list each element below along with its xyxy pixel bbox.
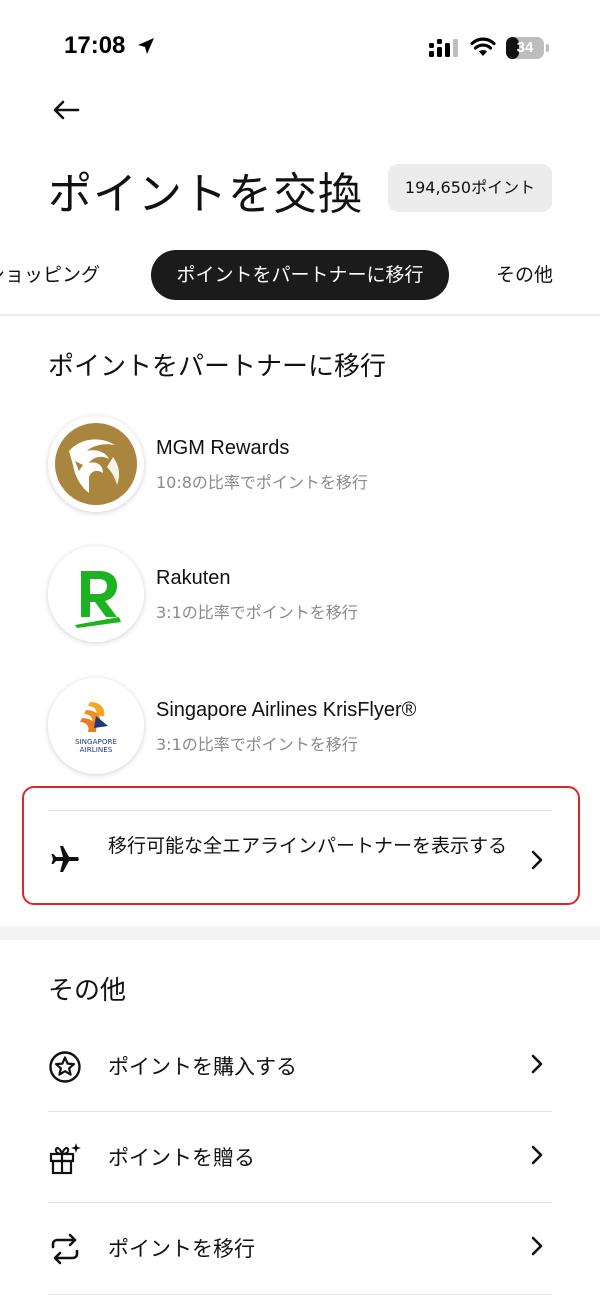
chevron-right-icon <box>531 1145 543 1165</box>
sia-logo-text-line2: AIRLINES <box>80 745 113 754</box>
tabs-divider <box>0 314 600 316</box>
star-circle-icon <box>49 1051 81 1083</box>
gift-points-row[interactable]: ポイントを贈る <box>48 1112 552 1203</box>
category-tabs: ショッピング ポイントをパートナーに移行 その他 <box>0 250 600 300</box>
highlight-box <box>22 786 580 905</box>
partner-name: Rakuten <box>156 567 231 589</box>
chevron-right-icon <box>531 1236 543 1256</box>
partner-rakuten[interactable]: Rakuten 3:1の比率でポイントを移行 <box>48 546 552 642</box>
back-button[interactable] <box>46 92 86 128</box>
partners-section-title: ポイントをパートナーに移行 <box>48 352 387 382</box>
chevron-right-icon <box>531 1054 543 1074</box>
section-separator <box>0 926 600 940</box>
tab-other[interactable]: その他 <box>496 250 553 300</box>
rakuten-r-logo <box>48 546 144 642</box>
other-section-title: その他 <box>48 976 127 1006</box>
arrow-left-icon <box>53 100 80 120</box>
partner-name: Singapore Airlines KrisFlyer® <box>156 699 417 721</box>
points-balance-badge: 194,650ポイント <box>388 164 552 212</box>
signal-icon <box>429 39 458 57</box>
location-arrow-icon <box>138 38 154 54</box>
battery-level: 34 <box>516 39 534 56</box>
tab-transfer-to-partners[interactable]: ポイントをパートナーに移行 <box>151 250 449 300</box>
wifi-icon <box>470 37 496 56</box>
partner-ratio: 3:1の比率でポイントを移行 <box>156 603 358 622</box>
singapore-airlines-bird-logo: SINGAPORE AIRLINES <box>48 678 144 774</box>
status-bar: 17:08 34 <box>0 0 600 96</box>
battery-icon: 34 <box>506 37 544 59</box>
battery-nub <box>546 44 549 52</box>
page-title: ポイントを交換 <box>48 169 363 220</box>
partner-mgm-rewards[interactable]: MGM Rewards 10:8の比率でポイントを移行 <box>48 416 552 512</box>
partner-name: MGM Rewards <box>156 437 290 459</box>
menu-label: ポイントを移行 <box>108 1237 255 1261</box>
partner-ratio: 3:1の比率でポイントを移行 <box>156 735 358 754</box>
transfer-points-row[interactable]: ポイントを移行 <box>48 1203 552 1294</box>
buy-points-row[interactable]: ポイントを購入する <box>48 1021 552 1112</box>
menu-label: ポイントを贈る <box>108 1146 255 1170</box>
row-divider <box>48 1294 552 1295</box>
partner-ratio: 10:8の比率でポイントを移行 <box>156 473 368 492</box>
status-time: 17:08 <box>64 32 126 59</box>
gift-sparkle-icon <box>49 1143 81 1175</box>
partner-singapore-airlines[interactable]: SINGAPORE AIRLINES Singapore Airlines Kr… <box>48 678 552 774</box>
transfer-arrows-icon <box>51 1233 79 1265</box>
mgm-lion-logo <box>48 416 144 512</box>
menu-label: ポイントを購入する <box>108 1055 297 1079</box>
tab-shopping[interactable]: ショッピング <box>0 250 100 300</box>
